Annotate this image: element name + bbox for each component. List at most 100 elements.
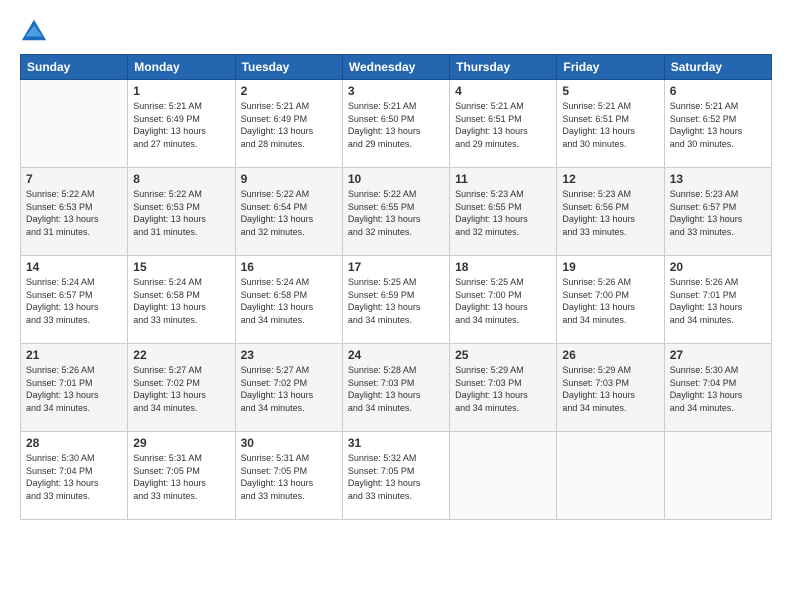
calendar-cell: 11 Sunrise: 5:23 AM Sunset: 6:55 PM Dayli… — [450, 168, 557, 256]
calendar-cell: 18 Sunrise: 5:25 AM Sunset: 7:00 PM Dayli… — [450, 256, 557, 344]
calendar-table: SundayMondayTuesdayWednesdayThursdayFrid… — [20, 54, 772, 520]
day-info: Sunrise: 5:21 AM Sunset: 6:51 PM Dayligh… — [455, 100, 551, 150]
calendar-cell: 29 Sunrise: 5:31 AM Sunset: 7:05 PM Dayli… — [128, 432, 235, 520]
weekday-header-sunday: Sunday — [21, 55, 128, 80]
calendar-cell: 26 Sunrise: 5:29 AM Sunset: 7:03 PM Dayli… — [557, 344, 664, 432]
weekday-header-monday: Monday — [128, 55, 235, 80]
calendar-cell: 30 Sunrise: 5:31 AM Sunset: 7:05 PM Dayli… — [235, 432, 342, 520]
day-info: Sunrise: 5:23 AM Sunset: 6:56 PM Dayligh… — [562, 188, 658, 238]
day-info: Sunrise: 5:27 AM Sunset: 7:02 PM Dayligh… — [133, 364, 229, 414]
day-info: Sunrise: 5:24 AM Sunset: 6:58 PM Dayligh… — [133, 276, 229, 326]
day-number: 31 — [348, 436, 444, 450]
weekday-header-wednesday: Wednesday — [342, 55, 449, 80]
day-number: 8 — [133, 172, 229, 186]
calendar-cell: 21 Sunrise: 5:26 AM Sunset: 7:01 PM Dayli… — [21, 344, 128, 432]
calendar-cell: 19Sunrise: 5:26 AM Sunset: 7:00 PM Dayli… — [557, 256, 664, 344]
day-number: 1 — [133, 84, 229, 98]
calendar-cell — [21, 80, 128, 168]
logo-icon — [20, 16, 48, 44]
calendar-cell: 8 Sunrise: 5:22 AM Sunset: 6:53 PM Daylig… — [128, 168, 235, 256]
day-info: Sunrise: 5:32 AM Sunset: 7:05 PM Dayligh… — [348, 452, 444, 502]
calendar-week-row: 7 Sunrise: 5:22 AM Sunset: 6:53 PM Daylig… — [21, 168, 772, 256]
day-info: Sunrise: 5:31 AM Sunset: 7:05 PM Dayligh… — [241, 452, 337, 502]
day-info: Sunrise: 5:22 AM Sunset: 6:55 PM Dayligh… — [348, 188, 444, 238]
calendar-cell: 3 Sunrise: 5:21 AM Sunset: 6:50 PM Daylig… — [342, 80, 449, 168]
day-info: Sunrise: 5:21 AM Sunset: 6:52 PM Dayligh… — [670, 100, 766, 150]
calendar-cell: 6 Sunrise: 5:21 AM Sunset: 6:52 PM Daylig… — [664, 80, 771, 168]
page: SundayMondayTuesdayWednesdayThursdayFrid… — [0, 0, 792, 612]
day-number: 18 — [455, 260, 551, 274]
calendar-cell: 14 Sunrise: 5:24 AM Sunset: 6:57 PM Dayli… — [21, 256, 128, 344]
day-info: Sunrise: 5:21 AM Sunset: 6:50 PM Dayligh… — [348, 100, 444, 150]
day-number: 22 — [133, 348, 229, 362]
day-number: 6 — [670, 84, 766, 98]
calendar-cell: 25 Sunrise: 5:29 AM Sunset: 7:03 PM Dayli… — [450, 344, 557, 432]
day-info: Sunrise: 5:24 AM Sunset: 6:58 PM Dayligh… — [241, 276, 337, 326]
day-number: 13 — [670, 172, 766, 186]
calendar-cell: 31 Sunrise: 5:32 AM Sunset: 7:05 PM Dayli… — [342, 432, 449, 520]
day-info: Sunrise: 5:31 AM Sunset: 7:05 PM Dayligh… — [133, 452, 229, 502]
day-info: Sunrise: 5:29 AM Sunset: 7:03 PM Dayligh… — [562, 364, 658, 414]
calendar-cell: 4 Sunrise: 5:21 AM Sunset: 6:51 PM Daylig… — [450, 80, 557, 168]
day-number: 2 — [241, 84, 337, 98]
day-number: 7 — [26, 172, 122, 186]
calendar-cell: 10 Sunrise: 5:22 AM Sunset: 6:55 PM Dayli… — [342, 168, 449, 256]
calendar-cell: 15 Sunrise: 5:24 AM Sunset: 6:58 PM Dayli… — [128, 256, 235, 344]
day-number: 11 — [455, 172, 551, 186]
day-number: 30 — [241, 436, 337, 450]
weekday-header-friday: Friday — [557, 55, 664, 80]
day-number: 25 — [455, 348, 551, 362]
calendar-week-row: 1 Sunrise: 5:21 AM Sunset: 6:49 PM Daylig… — [21, 80, 772, 168]
calendar-cell: 5Sunrise: 5:21 AM Sunset: 6:51 PM Daylig… — [557, 80, 664, 168]
day-info: Sunrise: 5:30 AM Sunset: 7:04 PM Dayligh… — [670, 364, 766, 414]
day-number: 17 — [348, 260, 444, 274]
day-info: Sunrise: 5:26 AM Sunset: 7:01 PM Dayligh… — [670, 276, 766, 326]
day-number: 26 — [562, 348, 658, 362]
day-number: 16 — [241, 260, 337, 274]
calendar-week-row: 28 Sunrise: 5:30 AM Sunset: 7:04 PM Dayli… — [21, 432, 772, 520]
header — [20, 16, 772, 44]
calendar-cell: 1Sunrise: 5:21 AM Sunset: 6:49 PM Daylig… — [128, 80, 235, 168]
day-number: 24 — [348, 348, 444, 362]
day-info: Sunrise: 5:26 AM Sunset: 7:00 PM Dayligh… — [562, 276, 658, 326]
day-info: Sunrise: 5:21 AM Sunset: 6:49 PM Dayligh… — [241, 100, 337, 150]
day-number: 27 — [670, 348, 766, 362]
calendar-cell: 23Sunrise: 5:27 AM Sunset: 7:02 PM Dayli… — [235, 344, 342, 432]
day-number: 4 — [455, 84, 551, 98]
day-number: 15 — [133, 260, 229, 274]
calendar-cell — [450, 432, 557, 520]
calendar-cell: 9 Sunrise: 5:22 AM Sunset: 6:54 PM Daylig… — [235, 168, 342, 256]
day-info: Sunrise: 5:25 AM Sunset: 7:00 PM Dayligh… — [455, 276, 551, 326]
day-info: Sunrise: 5:22 AM Sunset: 6:54 PM Dayligh… — [241, 188, 337, 238]
day-info: Sunrise: 5:28 AM Sunset: 7:03 PM Dayligh… — [348, 364, 444, 414]
day-info: Sunrise: 5:26 AM Sunset: 7:01 PM Dayligh… — [26, 364, 122, 414]
calendar-cell: 27 Sunrise: 5:30 AM Sunset: 7:04 PM Dayli… — [664, 344, 771, 432]
day-number: 21 — [26, 348, 122, 362]
day-info: Sunrise: 5:25 AM Sunset: 6:59 PM Dayligh… — [348, 276, 444, 326]
weekday-header-tuesday: Tuesday — [235, 55, 342, 80]
day-number: 28 — [26, 436, 122, 450]
day-number: 5 — [562, 84, 658, 98]
calendar-cell: 16 Sunrise: 5:24 AM Sunset: 6:58 PM Dayli… — [235, 256, 342, 344]
day-info: Sunrise: 5:29 AM Sunset: 7:03 PM Dayligh… — [455, 364, 551, 414]
calendar-cell: 17 Sunrise: 5:25 AM Sunset: 6:59 PM Dayli… — [342, 256, 449, 344]
calendar-cell: 2 Sunrise: 5:21 AM Sunset: 6:49 PM Daylig… — [235, 80, 342, 168]
day-info: Sunrise: 5:30 AM Sunset: 7:04 PM Dayligh… — [26, 452, 122, 502]
calendar-cell: 12Sunrise: 5:23 AM Sunset: 6:56 PM Dayli… — [557, 168, 664, 256]
calendar-cell: 22 Sunrise: 5:27 AM Sunset: 7:02 PM Dayli… — [128, 344, 235, 432]
day-number: 10 — [348, 172, 444, 186]
day-info: Sunrise: 5:22 AM Sunset: 6:53 PM Dayligh… — [26, 188, 122, 238]
weekday-header-row: SundayMondayTuesdayWednesdayThursdayFrid… — [21, 55, 772, 80]
day-number: 3 — [348, 84, 444, 98]
calendar-cell: 7 Sunrise: 5:22 AM Sunset: 6:53 PM Daylig… — [21, 168, 128, 256]
calendar-cell: 20Sunrise: 5:26 AM Sunset: 7:01 PM Dayli… — [664, 256, 771, 344]
calendar-cell — [557, 432, 664, 520]
day-number: 9 — [241, 172, 337, 186]
day-info: Sunrise: 5:24 AM Sunset: 6:57 PM Dayligh… — [26, 276, 122, 326]
day-info: Sunrise: 5:23 AM Sunset: 6:55 PM Dayligh… — [455, 188, 551, 238]
day-info: Sunrise: 5:22 AM Sunset: 6:53 PM Dayligh… — [133, 188, 229, 238]
day-number: 14 — [26, 260, 122, 274]
weekday-header-thursday: Thursday — [450, 55, 557, 80]
day-number: 29 — [133, 436, 229, 450]
calendar-cell — [664, 432, 771, 520]
